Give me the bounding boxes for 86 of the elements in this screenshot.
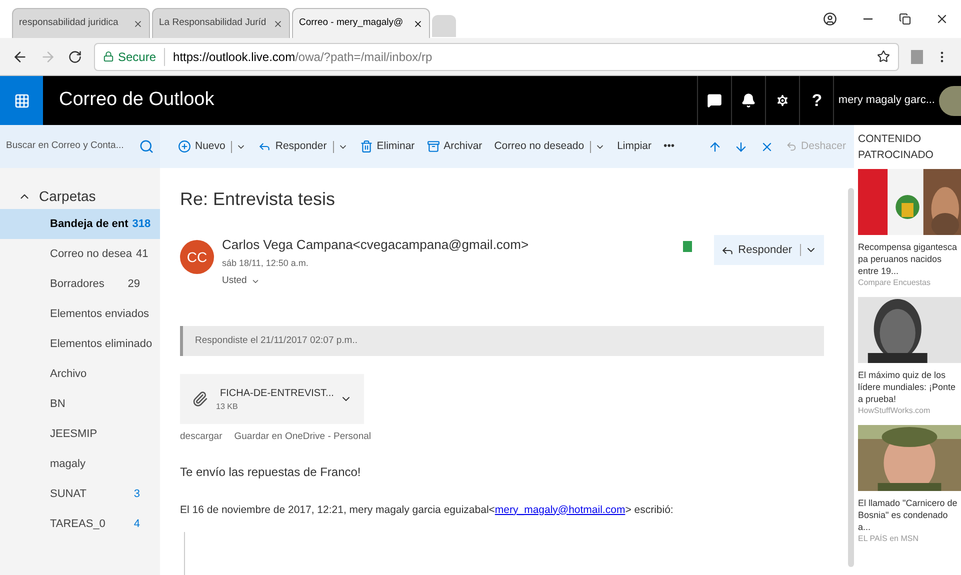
tab-title: responsabilidad juridica [19, 16, 120, 30]
profile-icon[interactable] [823, 12, 837, 26]
lock-icon [103, 51, 114, 62]
toolbar-button[interactable]: Nuevo [178, 138, 246, 154]
toolbar-button[interactable]: Responder [258, 138, 348, 154]
replied-banner: Respondiste el 21/11/2017 02:07 p.m.. [180, 326, 824, 356]
recipient[interactable]: Usted [222, 274, 676, 288]
plus-icon [178, 140, 191, 153]
back-icon[interactable] [12, 48, 28, 64]
ad-source: Compare Encuestas [858, 277, 932, 289]
sender-name: Carlos Vega Campana<cvegacampana@gmail.com> [222, 236, 530, 254]
toolbar-button[interactable]: Eliminar [360, 138, 415, 154]
search-icon[interactable] [139, 139, 154, 154]
ad-source: EL PAÍS en MSN [858, 533, 920, 545]
reload-icon[interactable] [68, 50, 82, 64]
attachment-link[interactable]: Guardar en OneDrive - Personal [234, 430, 372, 444]
unread-count: 41 [136, 246, 148, 262]
toolbar-button[interactable]: Correo no deseado [494, 138, 606, 154]
close-icon[interactable] [273, 18, 283, 28]
search-box[interactable]: Buscar en Correo y Conta... [0, 125, 160, 168]
folders-header[interactable]: Carpetas [0, 184, 160, 209]
previous-icon[interactable] [708, 140, 722, 154]
unread-count: 29 [128, 276, 140, 292]
toolbar-button[interactable]: ••• [664, 138, 675, 154]
paperclip-icon [192, 391, 208, 408]
email-link[interactable]: mery_magaly@hotmail.com [494, 504, 626, 516]
url-text: https://outlook.live.com/owa/?path=/mail/inbox/rp [172, 48, 432, 66]
ad-headline[interactable]: Recompensa gigantesca pa peruanos nacidos entre 19... [858, 241, 961, 277]
unread-count: 4 [134, 516, 140, 532]
close-icon[interactable] [413, 18, 423, 28]
folder-item[interactable]: BN [0, 389, 160, 419]
address-field[interactable]: Secure https://outlook.live.com/owa/?path=/mail/inbox/rp [94, 42, 899, 70]
close-icon[interactable] [133, 18, 143, 28]
folder-item[interactable]: Elementos eliminado [0, 329, 160, 359]
message-date: sáb 18/11, 12:50 a.m. [222, 256, 310, 270]
folder-item[interactable]: JEESMIP [0, 419, 160, 449]
folder-item[interactable]: Borradores 29 [0, 269, 160, 299]
toolbar-button[interactable]: Archivar [426, 138, 482, 154]
unread-count: 3 [134, 486, 140, 502]
user-avatar[interactable] [939, 86, 961, 116]
trash-icon [360, 140, 373, 153]
folder-item[interactable]: SUNAT 3 [0, 479, 160, 509]
ad-source: HowStuffWorks.com [858, 405, 932, 417]
folder-item[interactable]: TAREAS_0 4 [0, 509, 160, 539]
app-title: Correo de Outlook [59, 88, 214, 112]
message-subject: Re: Entrevista tesis [180, 188, 336, 211]
extension-icon[interactable] [911, 50, 923, 64]
secure-label: Secure [118, 48, 166, 66]
archive-icon [426, 140, 440, 153]
quote-header: El 16 de noviembre de 2017, 12:21, mery magaly garcia eguizabal<mery_magaly@hotmail.com> escribió: [180, 502, 674, 518]
sender-avatar: CC [180, 240, 214, 274]
bookmark-star-icon[interactable] [877, 50, 890, 63]
close-icon[interactable] [935, 12, 949, 26]
reply-button[interactable]: Responder [714, 235, 824, 265]
folder-item[interactable]: Elementos enviados [0, 299, 160, 329]
attachment-size: 13 KB [216, 400, 239, 413]
scrollbar[interactable] [848, 188, 854, 567]
browser-tab[interactable]: responsabilidad juridica [12, 8, 150, 38]
message-body: Te envío las repuestas de Franco! [180, 464, 362, 480]
undo-icon [786, 141, 798, 152]
tag-icon[interactable] [683, 241, 692, 252]
attachment-link[interactable]: descargar [180, 430, 222, 444]
reply-icon [258, 140, 272, 153]
folder-item[interactable]: Correo no desea 41 [0, 239, 160, 269]
chat-icon[interactable] [707, 93, 722, 108]
toolbar-button[interactable]: Limpiar [617, 138, 652, 154]
search-field[interactable]: Buscar en Correo y Conta... [6, 139, 137, 154]
folder-item[interactable]: magaly [0, 449, 160, 479]
app-launcher-button[interactable] [0, 76, 43, 125]
browser-tab[interactable]: Correo - mery_magaly@ [292, 8, 430, 38]
tab-title: Correo - mery_magaly@ [299, 16, 404, 30]
restore-icon[interactable] [899, 13, 911, 25]
settings-icon[interactable] [775, 93, 790, 108]
tab-title: La Responsabilidad Juríd [159, 16, 268, 30]
next-icon[interactable] [734, 140, 748, 154]
app-grid-icon [14, 92, 30, 108]
attachment-name: FICHA-DE-ENTREVIST... [220, 386, 334, 401]
bell-icon[interactable] [741, 93, 756, 108]
folder-item[interactable]: Bandeja de ent 318 [0, 209, 160, 239]
folder-item[interactable]: Archivo [0, 359, 160, 389]
ad-headline[interactable]: El llamado "Carnicero de Bosnia" es condenado a... [858, 497, 961, 533]
sponsored-heading: CONTENIDO PATROCINADO [858, 132, 934, 163]
attachment-card[interactable]: FICHA-DE-ENTREVIST... 13 KB [180, 374, 364, 424]
browser-tab[interactable]: La Responsabilidad Juríd [152, 8, 290, 38]
unread-count: 318 [132, 216, 151, 232]
ad-headline[interactable]: El máximo quiz de los lídere mundiales: ¡Ponte a prueba! [858, 369, 961, 405]
